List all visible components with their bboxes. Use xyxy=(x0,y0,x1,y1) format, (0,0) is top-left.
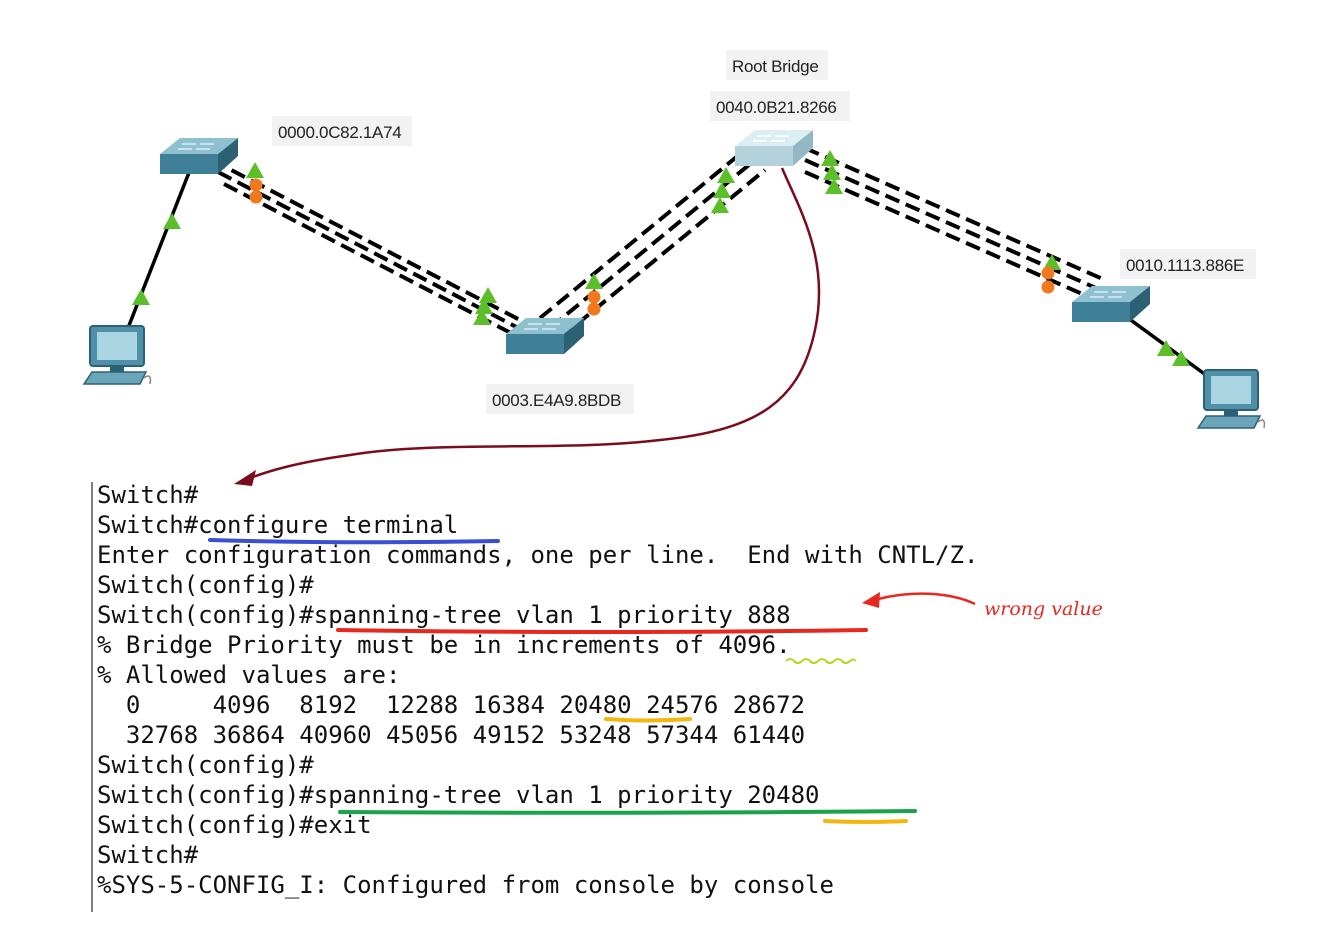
console-line: Enter configuration commands, one per li… xyxy=(97,541,978,569)
console-line: 32768 36864 40960 45056 49152 53248 5734… xyxy=(97,721,805,749)
console-line: Switch(config)#spanning-tree vlan 1 prio… xyxy=(97,601,791,629)
wrong-value-arrowhead xyxy=(862,592,880,608)
underline-wrong-command xyxy=(336,628,868,634)
console-line: Switch(config)# xyxy=(97,751,314,779)
wrong-value-note: wrong value xyxy=(984,598,1103,620)
console-line: % Allowed values are: xyxy=(97,661,400,689)
underline-4096 xyxy=(785,658,857,664)
console-line: Switch(config)#exit xyxy=(97,811,372,839)
underline-20480-allowed xyxy=(604,717,692,723)
underline-configure-terminal xyxy=(208,538,500,545)
console-line: Switch# xyxy=(97,841,199,869)
wrong-value-arrow xyxy=(874,592,976,606)
underline-20480-command xyxy=(823,819,908,824)
console-line: %SYS-5-CONFIG_I: Configured from console… xyxy=(97,871,834,899)
console-line: % Bridge Priority must be in increments … xyxy=(97,631,791,659)
console-line: Switch# xyxy=(97,481,199,509)
console-line: Switch#configure terminal xyxy=(97,511,458,539)
console-line: 0 4096 8192 12288 16384 20480 24576 2867… xyxy=(97,691,805,719)
console-output: Switch# Switch#configure terminal Enter … xyxy=(91,481,1103,912)
console-line: Switch(config)#spanning-tree vlan 1 prio… xyxy=(97,781,819,809)
underline-correct-command xyxy=(338,809,917,815)
console-line: Switch(config)# xyxy=(97,571,314,599)
